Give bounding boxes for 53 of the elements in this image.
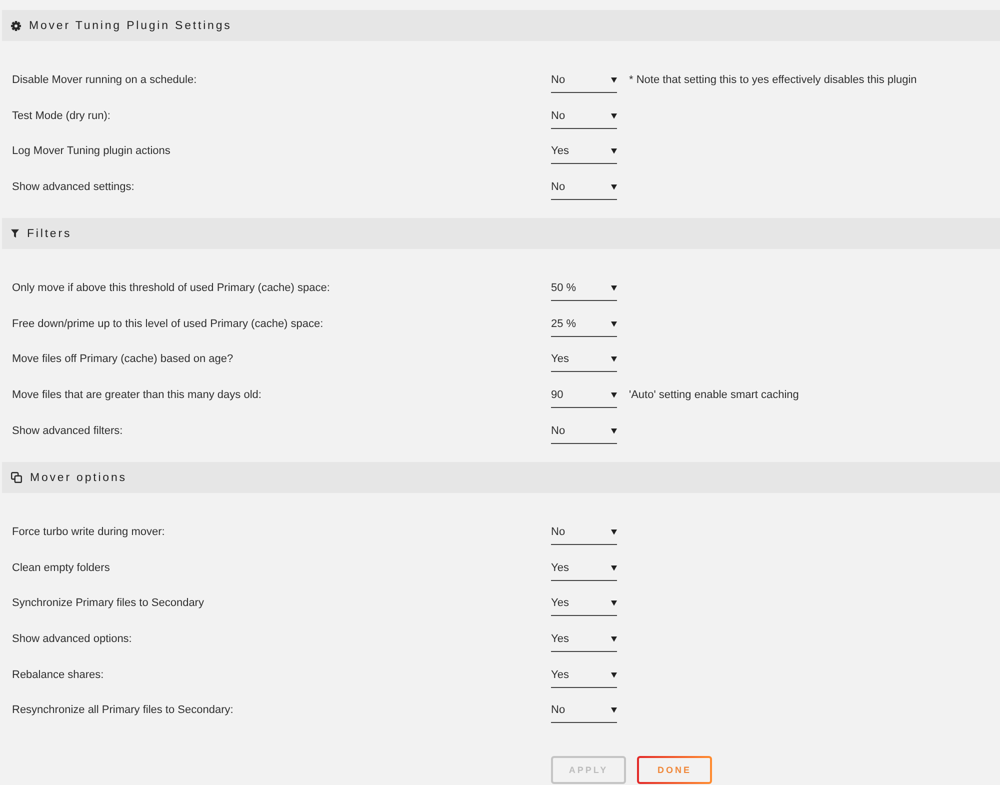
caret-icon bbox=[611, 529, 617, 536]
caret-icon bbox=[611, 564, 617, 571]
caret-icon bbox=[611, 285, 617, 292]
caret-icon bbox=[611, 112, 617, 119]
dropdown-select[interactable]: Yes bbox=[551, 590, 617, 616]
setting-label: Disable Mover running on a schedule: bbox=[12, 74, 198, 86]
setting-label: Move files off Primary (cache) based on age? bbox=[12, 353, 234, 366]
dropdown-select[interactable]: No bbox=[551, 102, 617, 129]
caret-icon bbox=[611, 76, 617, 83]
note-text: 'Auto' setting enable smart caching bbox=[629, 389, 799, 402]
filter-icon bbox=[11, 229, 19, 238]
caret-icon bbox=[611, 356, 617, 362]
setting-label: Force turbo write during mover: bbox=[12, 526, 166, 538]
dropdown-select[interactable]: 90 bbox=[551, 382, 617, 408]
setting-label: Only move if above this threshold of used Primary (cache) space: bbox=[12, 282, 331, 294]
dropdown-select[interactable]: Yes bbox=[551, 346, 617, 372]
setting-label: Synchronize Primary files to Secondary bbox=[12, 597, 205, 610]
dropdown-select[interactable]: No bbox=[551, 418, 617, 444]
section-title: Mover options bbox=[30, 472, 127, 484]
copy-icon bbox=[11, 472, 22, 484]
setting-label: Show advanced filters: bbox=[12, 424, 124, 437]
dropdown-select[interactable]: 50 % bbox=[551, 275, 617, 302]
dropdown-select[interactable]: No bbox=[551, 66, 617, 93]
caret-icon bbox=[611, 428, 617, 434]
dropdown-select[interactable]: Yes bbox=[551, 138, 617, 164]
caret-icon bbox=[611, 707, 617, 714]
setting-label: Show advanced options: bbox=[12, 633, 133, 646]
setting-label: Clean empty folders bbox=[12, 562, 111, 574]
dropdown-select[interactable]: Yes bbox=[551, 662, 617, 688]
setting-label: Log Mover Tuning plugin actions bbox=[12, 145, 172, 158]
setting-label: Free down/prime up to this level of used Primary (cache) space: bbox=[12, 318, 324, 330]
setting-label: Resynchronize all Primary files to Secondary: bbox=[12, 704, 234, 716]
caret-icon bbox=[611, 184, 617, 190]
caret-icon bbox=[611, 636, 617, 642]
caret-icon bbox=[611, 672, 617, 678]
dropdown-select[interactable]: Yes bbox=[551, 626, 617, 652]
setting-label: Show advanced settings: bbox=[12, 180, 136, 193]
setting-label: Move files that are greater than this many days old: bbox=[12, 389, 262, 402]
caret-icon bbox=[611, 320, 617, 327]
gear-icon bbox=[11, 20, 21, 30]
section-title: Mover Tuning Plugin Settings bbox=[29, 20, 232, 32]
caret-icon bbox=[611, 600, 617, 606]
dropdown-select[interactable]: No bbox=[551, 519, 617, 546]
dropdown-select[interactable]: 25 % bbox=[551, 310, 617, 337]
dropdown-select[interactable]: No bbox=[551, 174, 617, 200]
section-title: Filters bbox=[27, 228, 72, 240]
setting-label: Test Mode (dry run): bbox=[12, 110, 112, 122]
dropdown-select[interactable]: No bbox=[551, 697, 617, 724]
note-text: * Note that setting this to yes effectively disables this plugin bbox=[629, 74, 917, 86]
caret-icon bbox=[611, 392, 617, 398]
dropdown-select[interactable]: Yes bbox=[551, 554, 617, 581]
setting-label: Rebalance shares: bbox=[12, 668, 105, 681]
caret-icon bbox=[611, 148, 617, 154]
